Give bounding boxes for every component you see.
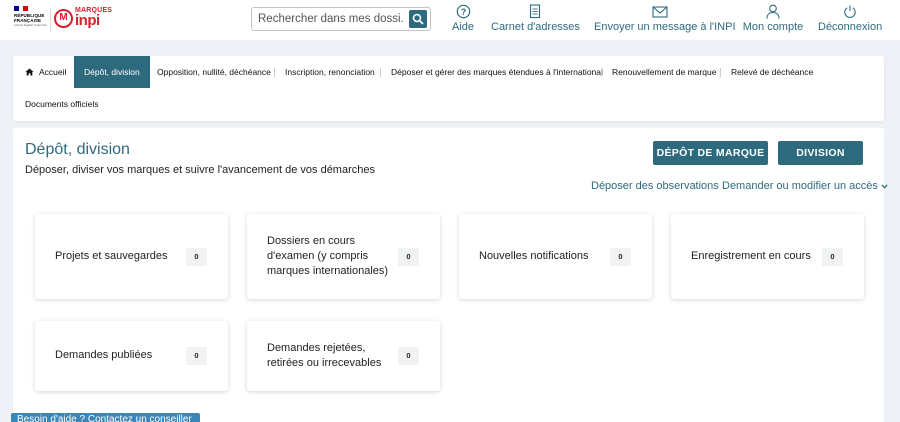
french-flag-icon bbox=[14, 6, 29, 11]
nav-envoyer-message[interactable]: Envoyer un message à l'INPI bbox=[594, 4, 736, 36]
card-count-badge: 0 bbox=[610, 248, 631, 266]
card-count-badge: 0 bbox=[186, 347, 207, 365]
nav-deconnexion[interactable]: Déconnexion bbox=[818, 4, 882, 36]
home-icon bbox=[25, 68, 34, 76]
card-projets[interactable]: Projets et sauvegardes 0 bbox=[35, 214, 228, 299]
card-label: Demandes publiées bbox=[55, 349, 153, 361]
demander-acces-link[interactable]: Demander ou modifier un accès bbox=[722, 180, 888, 192]
inpi-marques-logo[interactable]: M MARQUES inpi bbox=[54, 7, 116, 35]
tab-depot-division[interactable]: Dépôt, division bbox=[74, 56, 150, 88]
tabs-panel: Accueil Dépôt, division Opposition, null… bbox=[13, 56, 884, 121]
tab-inscription[interactable]: Inscription, renonciation bbox=[275, 56, 385, 88]
help-contact-button[interactable]: Besoin d'aide ? Contactez un conseiller bbox=[11, 413, 200, 422]
inpi-word-text: inpi bbox=[75, 12, 100, 29]
tab-renouvellement[interactable]: Renouvellement de marque bbox=[602, 56, 726, 88]
page-subtitle: Déposer, diviser vos marques et suivre l… bbox=[25, 164, 375, 176]
address-book-icon bbox=[529, 4, 541, 19]
top-header: RÉPUBLIQUE FRANÇAISE Liberté Égalité Fra… bbox=[0, 0, 900, 40]
chevron-down-icon bbox=[881, 184, 888, 189]
card-label: Enregistrement en cours bbox=[691, 250, 811, 262]
user-icon bbox=[766, 4, 780, 19]
deposer-observations-link[interactable]: Déposer des observations bbox=[591, 180, 719, 192]
card-dossiers-examen[interactable]: Dossiers en cours d'examen (y compris ma… bbox=[247, 214, 440, 299]
tab-accueil-label: Accueil bbox=[39, 67, 67, 77]
nav-deconnexion-label: Déconnexion bbox=[818, 21, 883, 33]
power-icon bbox=[844, 5, 856, 18]
card-notifications[interactable]: Nouvelles notifications 0 bbox=[459, 214, 652, 299]
card-demandes-rejetees[interactable]: Demandes rejetées, retirées ou irrecevab… bbox=[247, 321, 440, 391]
help-icon: ? bbox=[456, 4, 470, 19]
search-input[interactable] bbox=[258, 10, 404, 28]
search-button[interactable] bbox=[409, 10, 427, 28]
card-label: Projets et sauvegardes bbox=[55, 250, 168, 262]
main-panel: Dépôt, division Déposer, diviser vos mar… bbox=[13, 128, 888, 422]
tab-accueil[interactable]: Accueil bbox=[15, 56, 76, 88]
republique-francaise-logo[interactable]: RÉPUBLIQUE FRANÇAISE Liberté Égalité Fra… bbox=[14, 6, 48, 36]
nav-mon-compte[interactable]: Mon compte bbox=[742, 4, 804, 36]
page-title: Dépôt, division bbox=[25, 141, 130, 158]
card-demandes-publiees[interactable]: Demandes publiées 0 bbox=[35, 321, 228, 391]
demander-acces-label: Demander ou modifier un accès bbox=[722, 180, 878, 192]
logo-divider bbox=[50, 8, 51, 32]
division-button[interactable]: DIVISION bbox=[778, 141, 863, 165]
card-count-badge: 0 bbox=[822, 248, 843, 266]
card-label: Dossiers en cours d'examen (y compris ma… bbox=[267, 235, 389, 277]
tab-releve-decheance[interactable]: Relevé de déchéance bbox=[721, 56, 823, 88]
tab-opposition[interactable]: Opposition, nullité, déchéance bbox=[147, 56, 281, 88]
card-count-badge: 0 bbox=[186, 248, 207, 266]
depot-marque-button[interactable]: DÉPÔT DE MARQUE bbox=[653, 141, 768, 165]
nav-message-label: Envoyer un message à l'INPI bbox=[594, 21, 736, 33]
search-box bbox=[251, 7, 431, 31]
card-count-badge: 0 bbox=[398, 347, 419, 365]
card-enregistrement[interactable]: Enregistrement en cours 0 bbox=[671, 214, 864, 299]
mail-icon bbox=[652, 6, 668, 18]
inpi-badge-icon: M bbox=[54, 9, 73, 28]
card-label: Demandes rejetées, retirées ou irrecevab… bbox=[267, 342, 382, 369]
card-count-badge: 0 bbox=[398, 248, 419, 266]
search-icon bbox=[412, 13, 424, 25]
tab-documents-officiels[interactable]: Documents officiels bbox=[15, 88, 109, 120]
nav-aide-label: Aide bbox=[451, 21, 475, 33]
card-label: Nouvelles notifications bbox=[479, 250, 589, 262]
republique-motto: Liberté Égalité Fraternité bbox=[14, 23, 47, 27]
nav-carnet-adresses[interactable]: Carnet d'adresses bbox=[491, 4, 580, 36]
nav-carnet-label: Carnet d'adresses bbox=[491, 21, 580, 33]
nav-aide[interactable]: ? Aide bbox=[449, 4, 477, 36]
svg-text:?: ? bbox=[460, 7, 466, 17]
nav-compte-label: Mon compte bbox=[742, 21, 804, 33]
tab-international[interactable]: Déposer et gérer des marques étendues à … bbox=[381, 56, 613, 88]
help-contact-label: Besoin d'aide ? Contactez un conseiller bbox=[17, 414, 192, 422]
